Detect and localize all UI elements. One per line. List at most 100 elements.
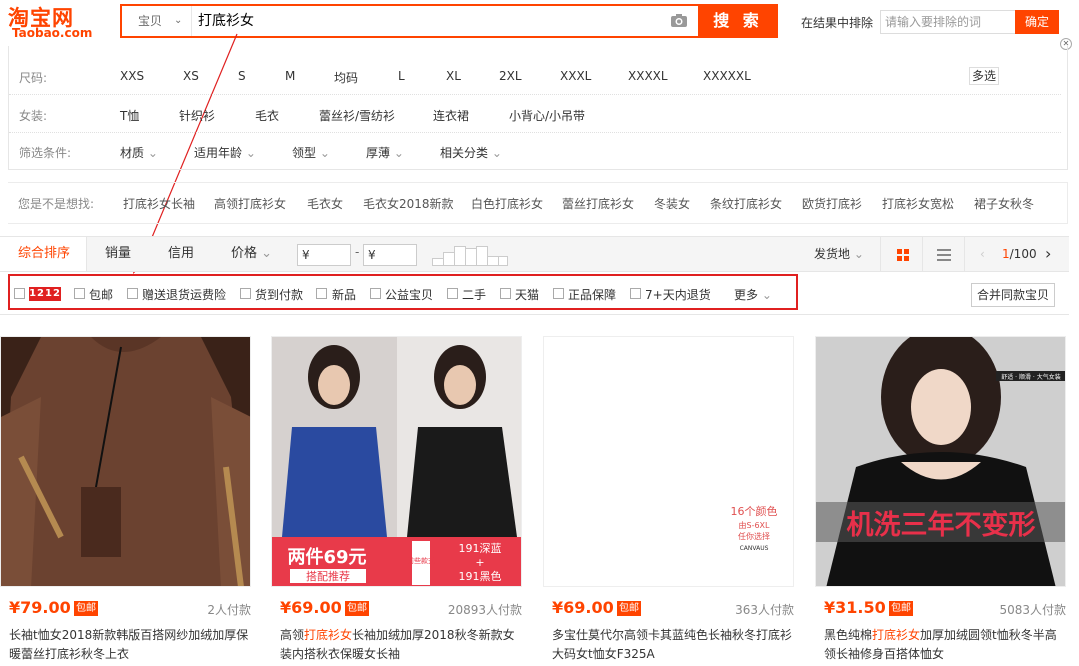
condition-dropdown[interactable]: 相关分类 ⌄ (440, 144, 502, 161)
checkbox-label[interactable]: 7+天内退货 (645, 286, 711, 303)
product-title[interactable]: 黑色纯棉打底衫女加厚加绒圆领t恤秋冬半高领长袖修身百搭体恤女 (824, 626, 1064, 664)
camera-icon[interactable] (670, 13, 688, 28)
exclude-input[interactable]: 请输入要排除的词 (880, 10, 1016, 34)
merge-same-items-button[interactable]: 合并同款宝贝 (971, 283, 1055, 307)
size-option[interactable]: 2XL (499, 69, 522, 83)
title-highlight: 打底衫女 (872, 628, 921, 642)
product-card[interactable]: 两件69元 搭配推荐 前些款式 191深蓝 + 191黑色 ¥69.00 包邮 … (271, 336, 522, 666)
tab-sales[interactable]: 销量 (105, 237, 131, 271)
exclude-confirm-button[interactable]: 确定 (1015, 10, 1059, 34)
price-max-input[interactable]: ¥ (363, 244, 417, 266)
product-card[interactable]: 枣红暗紫灰蓝浅灰孔雀蓝肉粉深绿色深卡其色漂白色黑色深蓝 16个颜色 由S-6XL… (543, 336, 794, 666)
suggestion-link[interactable]: 蕾丝打底衫女 (562, 195, 634, 212)
search-button[interactable]: 搜 索 (698, 4, 778, 38)
suggestion-link[interactable]: 打底衫女长袖 (123, 195, 195, 212)
condition-dropdown[interactable]: 适用年龄 ⌄ (194, 144, 256, 161)
condition-dropdown[interactable]: 厚薄 ⌄ (366, 144, 404, 161)
buyer-count: 363人付款 (735, 603, 794, 617)
size-option[interactable]: XXS (120, 69, 144, 83)
size-option[interactable]: XS (183, 69, 199, 83)
product-card[interactable]: ¥79.00 包邮 2人付款 长袖t恤女2018新款韩版百搭网纱加绒加厚保暖蕾丝… (0, 336, 251, 666)
suggestion-link[interactable]: 条纹打底衫女 (710, 195, 782, 212)
size-option[interactable]: L (398, 69, 405, 83)
product-image[interactable] (0, 336, 251, 587)
multi-select-button[interactable]: 多选 (969, 67, 999, 85)
category-option[interactable]: 蕾丝衫/雪纺衫 (319, 107, 395, 124)
more-filters-button[interactable]: 更多 ⌄ (734, 286, 772, 303)
checkbox[interactable] (370, 288, 381, 299)
checkbox[interactable] (316, 288, 327, 299)
checkbox-label[interactable]: 赠送退货运费险 (142, 286, 226, 303)
suggestion-link[interactable]: 毛衣女 (307, 195, 343, 212)
corner-text: 舒适 · 顺滑 · 大气女装 (1001, 373, 1060, 381)
checkbox[interactable] (447, 288, 458, 299)
title-text: 打底衫 (45, 647, 82, 661)
product-image[interactable]: 两件69元 搭配推荐 前些款式 191深蓝 + 191黑色 (271, 336, 522, 587)
price-min-input[interactable]: ¥ (297, 244, 351, 266)
category-option[interactable]: 针织衫 (179, 107, 215, 124)
category-option[interactable]: T恤 (120, 107, 139, 124)
product-card[interactable]: 舒适 · 顺滑 · 大气女装 机洗三年不变形 ¥31.50 包邮 5083人付款… (815, 336, 1066, 666)
tab-default-sort[interactable]: 综合排序 (0, 237, 87, 271)
checkbox-label[interactable]: 天猫 (515, 286, 539, 303)
suggestion-link[interactable]: 欧货打底衫 (802, 195, 862, 212)
checkbox[interactable] (553, 288, 564, 299)
category-option[interactable]: 连衣裙 (433, 107, 469, 124)
condition-dropdown[interactable]: 材质 ⌄ (120, 144, 158, 161)
checkbox-label[interactable]: 正品保障 (568, 286, 616, 303)
size-option[interactable]: S (238, 69, 246, 83)
promo-sub: 搭配推荐 (306, 569, 350, 583)
size-option[interactable]: XXXL (560, 69, 591, 83)
grid-view-icon[interactable] (897, 249, 909, 261)
category-option[interactable]: 毛衣 (255, 107, 279, 124)
size-option[interactable]: M (285, 69, 295, 83)
taobao-logo[interactable]: 淘宝网 Taobao.com (8, 2, 94, 42)
product-image[interactable]: 枣红暗紫灰蓝浅灰孔雀蓝肉粉深绿色深卡其色漂白色黑色深蓝 16个颜色 由S-6XL… (543, 336, 794, 587)
product-title[interactable]: 多宝仕莫代尔高领卡其蓝纯色长袖秋冬打底衫大码女t恤女F325A (552, 626, 792, 664)
free-shipping-badge: 包邮 (889, 601, 913, 616)
title-text: 黑色纯棉 (824, 628, 873, 642)
tab-price[interactable]: 价格 ⌄ (231, 237, 272, 271)
checkbox-label[interactable]: 公益宝贝 (385, 286, 433, 303)
checkbox-label[interactable]: 新品 (332, 286, 356, 303)
condition-label: 适用年龄 (194, 146, 243, 160)
checkbox[interactable] (127, 288, 138, 299)
size-option[interactable]: 均码 (334, 69, 358, 86)
checkbox-label[interactable]: 货到付款 (255, 286, 303, 303)
next-page-icon[interactable]: › (1045, 237, 1051, 271)
suggestion-link[interactable]: 毛衣女2018新款 (363, 195, 454, 212)
checkbox[interactable] (630, 288, 641, 299)
size-option[interactable]: XXXXXL (703, 69, 751, 83)
search-input[interactable]: 打底衫女 (198, 6, 254, 36)
ship-from-dropdown[interactable]: 发货地 ⌄ (814, 237, 864, 271)
suggestion-link[interactable]: 冬装女 (654, 195, 690, 212)
colors-range: 由S-6XL (739, 520, 771, 530)
ship-from-label: 发货地 (814, 247, 851, 261)
search-type-select[interactable]: 宝贝 ⌄ (122, 6, 192, 36)
checkbox[interactable] (74, 288, 85, 299)
size-option[interactable]: XL (446, 69, 461, 83)
product-title[interactable]: 高领打底衫女长袖加绒加厚2018秋冬新款女装内搭秋衣保暖女长袖 (280, 626, 520, 664)
condition-dropdown[interactable]: 领型 ⌄ (292, 144, 330, 161)
condition-label: 领型 (292, 146, 317, 160)
checkbox-label[interactable]: 包邮 (89, 286, 113, 303)
suggestion-link[interactable]: 打底衫女宽松 (882, 195, 954, 212)
checkbox[interactable] (240, 288, 251, 299)
suggestion-link[interactable]: 裙子女秋冬 (974, 195, 1034, 212)
suggestion-link[interactable]: 高领打底衫女 (214, 195, 286, 212)
prev-page-icon[interactable]: ‹ (980, 237, 985, 271)
product-image[interactable]: 舒适 · 顺滑 · 大气女装 机洗三年不变形 (815, 336, 1066, 587)
tab-credit[interactable]: 信用 (168, 237, 194, 271)
buyer-count: 2人付款 (207, 603, 251, 617)
promo-banner: 两件69元 (287, 546, 366, 568)
suggestion-link[interactable]: 白色打底衫女 (471, 195, 543, 212)
checkbox-label[interactable]: 二手 (462, 286, 486, 303)
filter-row-women: 女装: T恤 针织衫 毛衣 蕾丝衫/雪纺衫 连衣裙 小背心/小吊带 (9, 96, 1061, 133)
size-option[interactable]: XXXXL (628, 69, 668, 83)
category-option[interactable]: 小背心/小吊带 (509, 107, 585, 124)
list-view-icon[interactable] (937, 249, 951, 261)
checkbox-1212[interactable] (14, 288, 25, 299)
product-title[interactable]: 长袖t恤女2018新款韩版百搭网纱加绒加厚保暖蕾丝打底衫秋冬上衣 (9, 626, 249, 664)
price-distribution-icon[interactable] (432, 244, 508, 266)
checkbox[interactable] (500, 288, 511, 299)
